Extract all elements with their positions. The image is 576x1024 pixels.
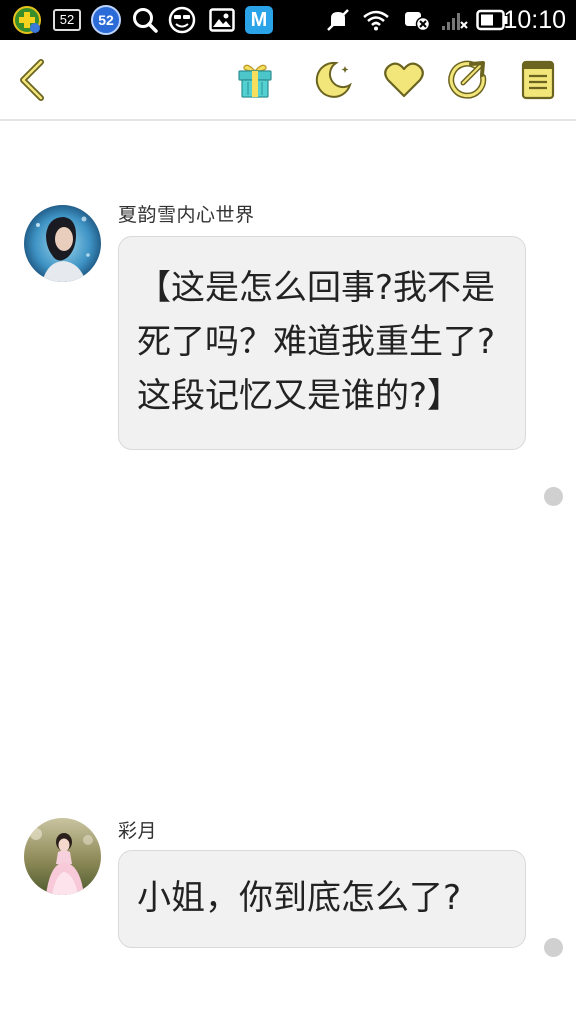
image-icon bbox=[207, 5, 237, 35]
night-mode-button[interactable] bbox=[309, 56, 357, 104]
favorite-button[interactable] bbox=[380, 56, 428, 104]
message-bubble[interactable]: 【这是怎么回事?我不是死了吗？难道我重生了?这段记忆又是谁的?】 bbox=[118, 236, 526, 450]
message-bubble[interactable]: 小姐，你到底怎么了? bbox=[118, 850, 526, 948]
read-status-dot bbox=[544, 938, 563, 957]
badge-52-square: 52 bbox=[53, 9, 81, 31]
sim-off-icon bbox=[402, 5, 432, 35]
signal-icon bbox=[440, 5, 468, 35]
search-icon bbox=[130, 5, 160, 35]
sender-name: 夏韵雪内心世界 bbox=[118, 204, 255, 226]
heart-icon bbox=[384, 62, 424, 98]
read-status-dot bbox=[544, 487, 563, 506]
share-icon bbox=[448, 60, 487, 99]
avatar-caiyue bbox=[24, 818, 101, 895]
status-bar: 52 52 M 10:10 bbox=[0, 0, 576, 40]
wifi-icon bbox=[361, 5, 391, 35]
back-button[interactable] bbox=[8, 56, 56, 104]
avatar[interactable] bbox=[24, 818, 101, 895]
back-icon bbox=[20, 59, 44, 101]
night-mode-icon bbox=[315, 61, 352, 98]
top-toolbar bbox=[0, 40, 576, 121]
notification-52-icon: 52 bbox=[52, 5, 82, 35]
clock-time: 10:10 bbox=[503, 6, 566, 34]
silent-icon bbox=[324, 5, 352, 35]
share-button[interactable] bbox=[444, 56, 492, 104]
gift-button[interactable] bbox=[231, 56, 279, 104]
badge-52-circle: 52 bbox=[91, 5, 121, 35]
emoji-icon bbox=[167, 5, 197, 35]
sender-name: 彩月 bbox=[118, 820, 158, 842]
m-app-icon: M bbox=[244, 5, 274, 35]
avatar[interactable] bbox=[24, 205, 101, 282]
notes-button[interactable] bbox=[514, 56, 562, 104]
notes-icon bbox=[521, 60, 555, 100]
app-plus-icon bbox=[12, 5, 42, 35]
avatar-xia-yunxue bbox=[24, 205, 101, 282]
gift-icon bbox=[238, 64, 272, 98]
circle-52-icon: 52 bbox=[90, 5, 122, 35]
